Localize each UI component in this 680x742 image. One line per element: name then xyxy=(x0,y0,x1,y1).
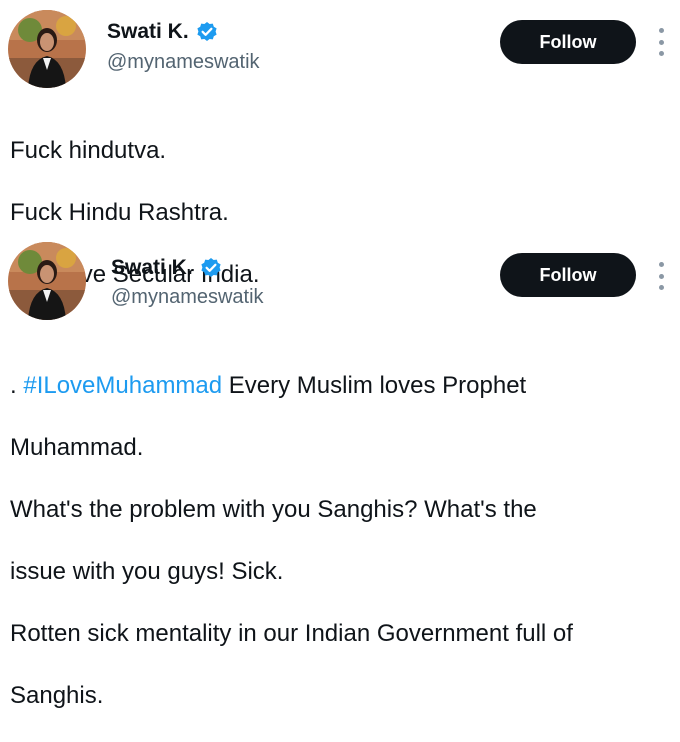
verified-badge-icon xyxy=(196,21,218,43)
hashtag-link[interactable]: #ILoveMuhammad xyxy=(23,372,222,399)
avatar-image xyxy=(8,10,86,88)
tweet-text-line: . #ILoveMuhammad Every Muslim loves Prop… xyxy=(10,370,670,401)
tweet-text-line: issue with you guys! Sick. xyxy=(10,558,284,585)
verified-badge-icon xyxy=(200,257,222,279)
author-name-row: Swati K. xyxy=(111,256,222,280)
tweet-text-line: Sanghis. xyxy=(10,682,104,709)
author-handle[interactable]: @mynameswatik xyxy=(111,286,264,309)
author-name[interactable]: Swati K. xyxy=(111,256,193,280)
author-name-row: Swati K. xyxy=(107,20,218,44)
tweet-text-line: Rotten sick mentality in our Indian Gove… xyxy=(10,620,573,647)
more-options-icon[interactable] xyxy=(658,28,664,56)
avatar[interactable] xyxy=(8,242,86,320)
tweet-text-line: Muhammad. xyxy=(10,434,144,461)
author-handle[interactable]: @mynameswatik xyxy=(107,51,260,74)
follow-button[interactable]: Follow xyxy=(500,253,636,297)
author-name[interactable]: Swati K. xyxy=(107,20,189,44)
tweet-text-line: Fuck Hindu Rashtra. xyxy=(10,199,229,226)
avatar-image xyxy=(8,242,86,320)
tweet-2: Swati K. @mynameswatik Follow . #ILoveMu… xyxy=(0,232,680,709)
avatar[interactable] xyxy=(8,10,86,88)
tweet-text: . #ILoveMuhammad Every Muslim loves Prop… xyxy=(10,339,670,742)
tweet-text-prefix: . xyxy=(10,372,24,399)
tweet-text-line: What's the problem with you Sanghis? Wha… xyxy=(10,496,537,523)
follow-button[interactable]: Follow xyxy=(500,20,636,64)
more-options-icon[interactable] xyxy=(658,262,664,290)
tweet-text-after-hashtag: Every Muslim loves Prophet xyxy=(222,372,527,399)
tweet-1: Swati K. @mynameswatik Follow Fuck hindu… xyxy=(0,0,680,288)
tweet-text-line: Fuck hindutva. xyxy=(10,137,167,164)
